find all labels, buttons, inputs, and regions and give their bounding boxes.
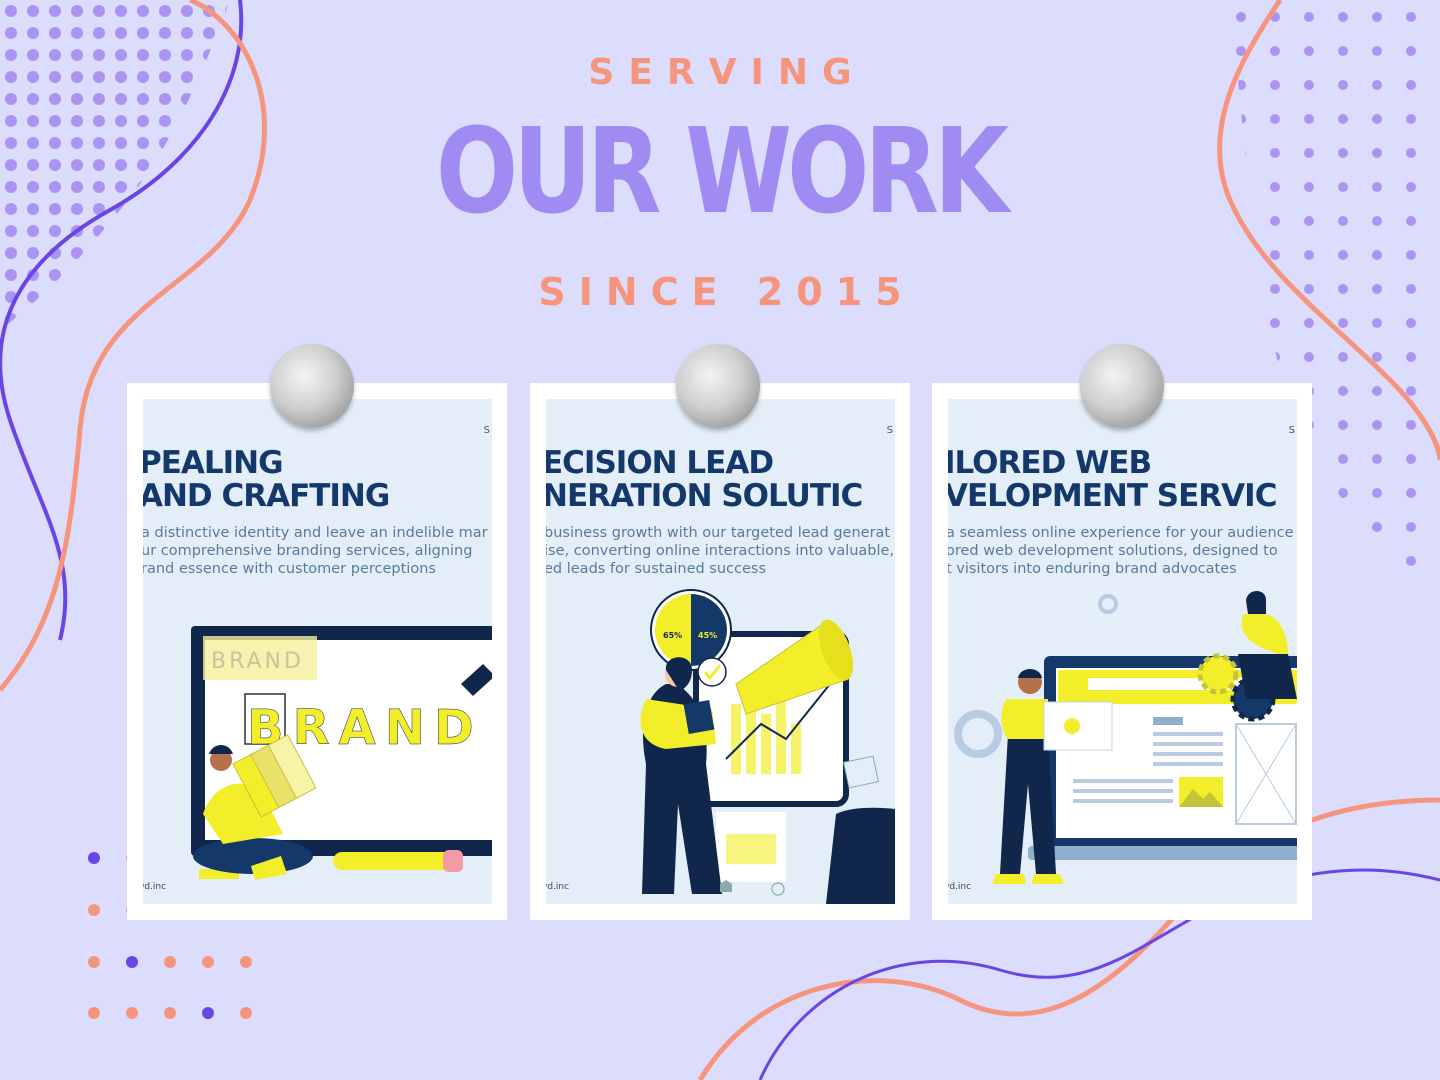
card-corner-text: S <box>1288 425 1295 436</box>
kicker-text: SERVING <box>588 52 866 93</box>
since-text: SINCE 2015 <box>538 270 915 314</box>
card-footer-brand: wd.inc <box>948 882 972 892</box>
card-description: a seamless online experience for your au… <box>948 525 1294 577</box>
pin-icon <box>1080 344 1164 428</box>
branding-illustration: BRAND BRAND <box>191 626 492 880</box>
lead-generation-illustration: 65% 45% <box>640 589 895 904</box>
portfolio-card-branding[interactable]: S PEALING AND CRAFTING a distinctive ide… <box>127 383 507 920</box>
card-heading: ECISION LEAD NERATION SOLUTIC <box>546 445 863 514</box>
brand-sticker-text: BRAND <box>211 649 304 674</box>
web-development-illustration <box>954 591 1297 884</box>
card-footer-brand: wd.inc <box>546 882 570 892</box>
card-image: S PEALING AND CRAFTING a distinctive ide… <box>143 399 492 904</box>
page-title: OUR WORK <box>435 102 1009 240</box>
pin-icon <box>676 344 760 428</box>
card-image: S ILORED WEB VELOPMENT SERVIC a seamless… <box>948 399 1297 904</box>
card-heading: PEALING AND CRAFTING <box>143 445 390 514</box>
card-corner-text: S <box>886 425 893 436</box>
portfolio-card-web-development[interactable]: S ILORED WEB VELOPMENT SERVIC a seamless… <box>932 383 1312 920</box>
stat-right: 45% <box>698 631 717 640</box>
card-image: S ECISION LEAD NERATION SOLUTIC business… <box>546 399 895 904</box>
portfolio-card-lead-generation[interactable]: S ECISION LEAD NERATION SOLUTIC business… <box>530 383 910 920</box>
card-footer-brand: wd.inc <box>143 882 167 892</box>
stat-left: 65% <box>663 631 682 640</box>
pin-icon <box>270 344 354 428</box>
card-description: business growth with our targeted lead g… <box>546 525 895 577</box>
card-heading: ILORED WEB VELOPMENT SERVIC <box>948 445 1277 514</box>
card-description: a distinctive identity and leave an inde… <box>143 525 488 577</box>
card-corner-text: S <box>483 425 490 436</box>
